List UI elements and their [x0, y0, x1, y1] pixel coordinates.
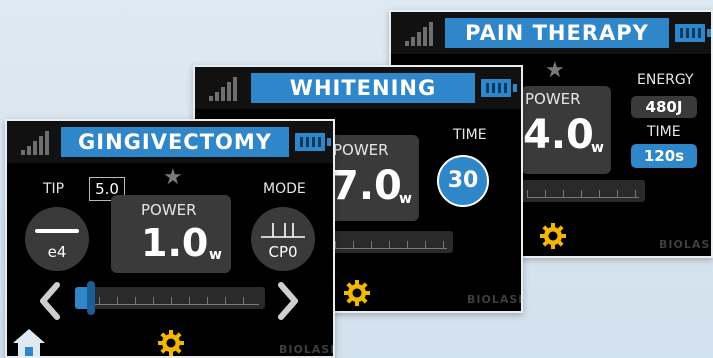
power-unit: w [209, 247, 222, 263]
power-unit: w [591, 140, 604, 156]
slider-handle[interactable] [87, 281, 95, 315]
program-title: WHITENING [251, 73, 475, 103]
brand-logo: BIOLASE [659, 238, 713, 251]
star-icon[interactable]: ★ [545, 60, 565, 82]
tip-selector[interactable]: e4 [25, 207, 89, 271]
power-panel[interactable]: POWER 1.0 w [111, 195, 231, 273]
mode-label: MODE [263, 181, 306, 197]
brand-logo: BIOLASE [467, 293, 523, 306]
power-label: POWER [333, 141, 389, 159]
header: WHITENING [195, 67, 521, 109]
power-unit: w [399, 191, 412, 207]
chevron-right-icon[interactable] [275, 281, 301, 321]
mode-selector[interactable]: CP0 [251, 207, 315, 271]
home-icon[interactable] [11, 327, 47, 358]
fiber-tip-icon [35, 229, 79, 233]
signal-icon [209, 77, 239, 101]
tip-value: e4 [47, 243, 67, 261]
header: PAIN THERAPY [391, 12, 711, 54]
power-slider[interactable] [75, 281, 265, 315]
signal-icon [21, 131, 51, 155]
power-slider[interactable] [329, 231, 453, 253]
battery-icon [675, 24, 711, 42]
energy-value[interactable]: 480J [631, 96, 697, 118]
time-value-text: 30 [447, 168, 479, 193]
time-label: TIME [647, 124, 681, 140]
time-label: TIME [453, 127, 487, 143]
power-value: 4.0 [523, 112, 594, 158]
program-title: GINGIVECTOMY [61, 127, 289, 157]
power-value: 7.0 [331, 163, 402, 209]
program-title: PAIN THERAPY [445, 18, 669, 48]
screen-gingivectomy: GINGIVECTOMY TIP 5.0 e4 ★ POWER 1.0 w MO… [5, 119, 335, 358]
power-label: POWER [525, 90, 581, 108]
battery-icon [481, 79, 517, 97]
gear-icon[interactable] [343, 279, 371, 307]
battery-icon [295, 133, 331, 151]
power-label: POWER [141, 201, 197, 219]
power-panel[interactable]: POWER 4.0 w [521, 86, 611, 174]
energy-label: ENERGY [637, 72, 694, 88]
header: GINGIVECTOMY [7, 121, 333, 163]
tip-label: TIP [43, 181, 65, 197]
gear-icon[interactable] [539, 222, 567, 250]
signal-icon [405, 22, 435, 46]
mode-value: CP0 [268, 243, 298, 261]
star-icon[interactable]: ★ [163, 167, 183, 189]
gear-icon[interactable] [157, 329, 185, 357]
time-value[interactable]: 120s [631, 144, 697, 168]
pulse-waveform-icon [261, 223, 305, 238]
power-panel[interactable]: POWER 7.0 w [329, 135, 419, 221]
chevron-left-icon[interactable] [37, 281, 63, 321]
power-slider[interactable] [521, 180, 645, 202]
time-value[interactable]: 30 [437, 155, 489, 207]
power-value: 1.0 [141, 221, 209, 265]
brand-logo: BIOLASE [279, 343, 335, 356]
